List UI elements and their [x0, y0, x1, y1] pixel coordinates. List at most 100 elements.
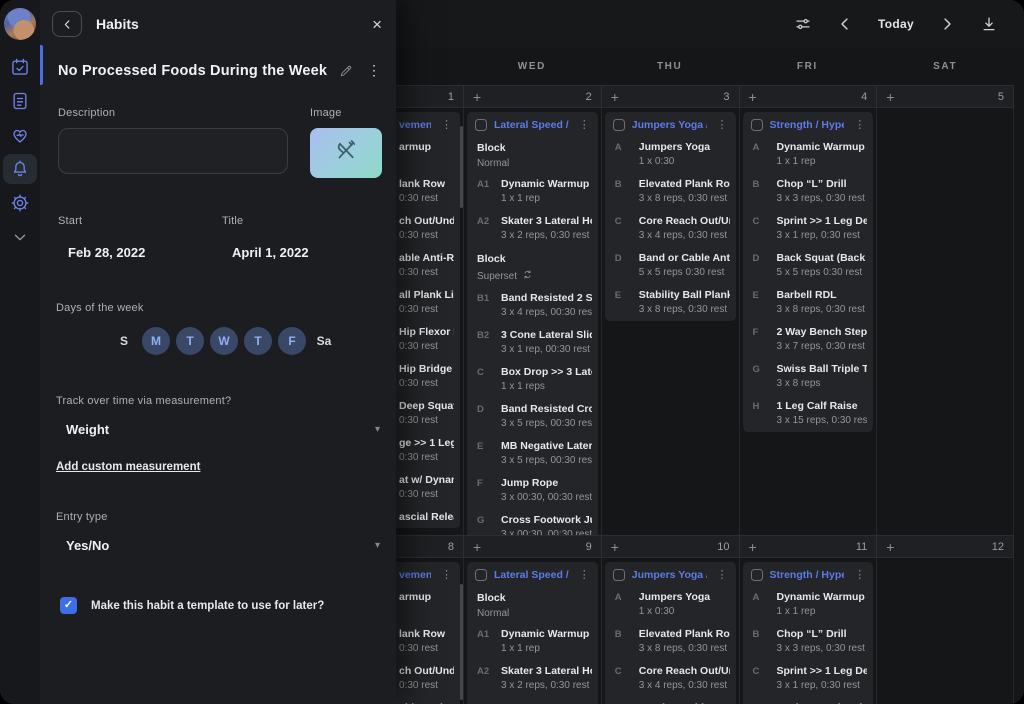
- exercise-row[interactable]: GCross Footwork Jump Rope3 x 00:30, 00:3…: [467, 509, 598, 535]
- exercise-row[interactable]: CBox Drop >> 3 Lateral H...1 x 1 reps: [467, 361, 598, 398]
- exercise-row[interactable]: H1 Leg Calf Raise3 x 15 reps, 0:30 rest: [743, 395, 874, 432]
- exercise-row[interactable]: DBack Squat (Back Off Set)5 x 5 reps 0:3…: [743, 247, 874, 284]
- workout-title[interactable]: vement Q...: [399, 569, 431, 581]
- workout-card[interactable]: Strength / Hypertro... ⋮ ADynamic Warmup1 …: [743, 112, 874, 432]
- entry-type-select[interactable]: Yes/No ▾: [66, 538, 380, 553]
- add-workout-button[interactable]: +: [749, 90, 757, 104]
- add-workout-button[interactable]: +: [611, 540, 619, 554]
- exercise-row[interactable]: A1Dynamic Warmup1 x 1 rep: [467, 623, 598, 660]
- day-toggle-t[interactable]: T: [176, 327, 204, 355]
- day-toggle-sa[interactable]: Sa: [312, 334, 336, 348]
- exercise-row[interactable]: AJumpers Yoga1 x 0:30: [605, 136, 736, 173]
- workout-title[interactable]: Lateral Speed / Plyo: [494, 119, 569, 131]
- add-workout-button[interactable]: +: [473, 90, 481, 104]
- exercise-row[interactable]: DBand or Cable Anti Rotati...5 x 5 reps …: [605, 697, 736, 704]
- exercise-row[interactable]: armup: [396, 136, 460, 173]
- workout-card[interactable]: vement Q... ⋮ armuplank Row0:30 restch Out…: [396, 562, 460, 704]
- day-toggle-m[interactable]: M: [142, 327, 170, 355]
- sidebar-item-calendar[interactable]: [3, 52, 37, 82]
- add-workout-button[interactable]: +: [886, 540, 894, 554]
- exercise-row[interactable]: at w/ Dynamic P...0:30 rest: [396, 469, 460, 506]
- add-custom-measurement-link[interactable]: Add custom measurement: [56, 461, 200, 473]
- exercise-row[interactable]: DBack Squat (Back Off Set)5 x 5 reps 0:3…: [743, 697, 874, 704]
- sidebar-item-gear[interactable]: [3, 188, 37, 218]
- exercise-row[interactable]: lank Row0:30 rest: [396, 173, 460, 210]
- kebab-menu-icon[interactable]: ⋮: [438, 568, 455, 581]
- measurement-select[interactable]: Weight ▾: [66, 422, 380, 437]
- exercise-row[interactable]: able Anti-Rotati...0:30 rest: [396, 697, 460, 704]
- exercise-row[interactable]: CCore Reach Out/Under3 x 4 reps, 0:30 re…: [605, 660, 736, 697]
- sidebar-item-document[interactable]: [3, 86, 37, 116]
- workout-checkbox[interactable]: [613, 569, 625, 581]
- exercise-row[interactable]: AJumpers Yoga1 x 0:30: [605, 586, 736, 623]
- kebab-menu-icon[interactable]: ⋮: [714, 118, 731, 131]
- sidebar-item-bell[interactable]: [3, 154, 37, 184]
- edit-pencil-icon[interactable]: [339, 64, 353, 78]
- workout-title[interactable]: Jumpers Yoga / Core: [632, 119, 707, 131]
- kebab-menu-icon[interactable]: ⋮: [438, 118, 455, 131]
- exercise-row[interactable]: Deep Squat Mo...0:30 rest: [396, 395, 460, 432]
- add-workout-button[interactable]: +: [611, 90, 619, 104]
- start-date-value[interactable]: Feb 28, 2022: [58, 245, 222, 260]
- exercise-row[interactable]: A1Dynamic Warmup1 x 1 rep: [467, 173, 598, 210]
- kebab-menu-icon[interactable]: ⋮: [714, 568, 731, 581]
- exercise-row[interactable]: ch Out/Under0:30 rest: [396, 660, 460, 697]
- prev-week-chevron-icon[interactable]: [836, 15, 854, 33]
- workout-card[interactable]: Jumpers Yoga / Core ⋮ AJumpers Yoga1 x 0:3…: [605, 112, 736, 321]
- end-date-value[interactable]: April 1, 2022: [222, 245, 382, 260]
- exercise-row[interactable]: GSwiss Ball Triple Threat3 x 8 reps: [743, 358, 874, 395]
- exercise-row[interactable]: all Plank Linear ...0:30 rest: [396, 284, 460, 321]
- close-icon[interactable]: ×: [372, 16, 382, 33]
- exercise-row[interactable]: ascial Release C...: [396, 506, 460, 528]
- kebab-menu-icon[interactable]: ⋮: [576, 568, 593, 581]
- kebab-menu-icon[interactable]: ⋮: [851, 118, 868, 131]
- exercise-row[interactable]: BChop “L” Drill3 x 3 reps, 0:30 rest: [743, 623, 874, 660]
- workout-card[interactable]: Strength / Hypertro...⋮ADynamic Warmup1 …: [743, 562, 874, 704]
- scrollbar-thumb[interactable]: [460, 126, 463, 208]
- exercise-row[interactable]: BChop “L” Drill3 x 3 reps, 0:30 rest: [743, 173, 874, 210]
- back-button[interactable]: [52, 11, 82, 37]
- exercise-row[interactable]: A2Skater 3 Lateral Hops >> ...3 x 2 reps…: [467, 210, 598, 247]
- filter-sliders-icon[interactable]: [794, 15, 812, 33]
- exercise-row[interactable]: A2Skater 3 Lateral Hops >> ...3 x 2 reps…: [467, 660, 598, 697]
- workout-checkbox[interactable]: [751, 119, 763, 131]
- sidebar-item-chevron-down[interactable]: [3, 222, 37, 252]
- exercise-row[interactable]: B1Band Resisted 2 Step Late...3 x 4 reps…: [467, 287, 598, 324]
- exercise-row[interactable]: EBarbell RDL3 x 8 reps, 0:30 rest: [743, 284, 874, 321]
- exercise-row[interactable]: ADynamic Warmup1 x 1 rep: [743, 136, 874, 173]
- next-week-chevron-icon[interactable]: [938, 15, 956, 33]
- exercise-row[interactable]: F2 Way Bench Step Up3 x 7 reps, 0:30 res…: [743, 321, 874, 358]
- workout-card[interactable]: Jumpers Yoga / Core ⋮ AJumpers Yoga1 x 0:3…: [605, 562, 736, 704]
- avatar[interactable]: [4, 8, 36, 40]
- exercise-row[interactable]: EMB Negative Lateral Hop...3 x 5 reps, 0…: [467, 435, 598, 472]
- exercise-row[interactable]: ge >> 1 Leg St...0:30 rest: [396, 432, 460, 469]
- add-workout-button[interactable]: +: [473, 540, 481, 554]
- exercise-row[interactable]: BElevated Plank Row3 x 8 reps, 0:30 rest: [605, 173, 736, 210]
- exercise-row[interactable]: DBand or Cable Anti Rotati...5 x 5 reps …: [605, 247, 736, 284]
- workout-card[interactable]: vement Q...⋮armuplank Row0:30 restch Out…: [396, 112, 460, 528]
- template-checkbox[interactable]: ✓: [60, 597, 77, 614]
- add-workout-button[interactable]: +: [886, 90, 894, 104]
- kebab-menu-icon[interactable]: ⋮: [851, 568, 868, 581]
- exercise-row[interactable]: CSprint >> 1 Leg Declarations3 x 1 rep, …: [743, 210, 874, 247]
- sidebar-item-heart[interactable]: [3, 120, 37, 150]
- exercise-row[interactable]: lank Row0:30 rest: [396, 623, 460, 660]
- today-button[interactable]: Today: [878, 17, 914, 31]
- workout-checkbox[interactable]: [613, 119, 625, 131]
- exercise-row[interactable]: Hip Flexor Rais...0:30 rest: [396, 321, 460, 358]
- workout-title[interactable]: Strength / Hypertro...: [770, 119, 845, 131]
- day-toggle-w[interactable]: W: [210, 327, 238, 355]
- exercise-row[interactable]: armup: [396, 586, 460, 623]
- workout-checkbox[interactable]: [475, 119, 487, 131]
- exercise-row[interactable]: DBand Resisted Crossover...3 x 5 reps, 0…: [467, 398, 598, 435]
- workout-title[interactable]: Lateral Speed / Plyo: [494, 569, 569, 581]
- habit-kebab-menu-icon[interactable]: ⋮: [364, 62, 384, 79]
- workout-title[interactable]: Jumpers Yoga / Core: [632, 569, 707, 581]
- kebab-menu-icon[interactable]: ⋮: [576, 118, 593, 131]
- exercise-row[interactable]: able Anti-Rotati...0:30 rest: [396, 247, 460, 284]
- day-toggle-f[interactable]: F: [278, 327, 306, 355]
- exercise-row[interactable]: BElevated Plank Row3 x 8 reps, 0:30 rest: [605, 623, 736, 660]
- exercise-row[interactable]: B23 Cone Lateral Slide3 x 1 rep, 00:30 r…: [467, 324, 598, 361]
- exercise-row[interactable]: ADynamic Warmup1 x 1 rep: [743, 586, 874, 623]
- workout-card[interactable]: Lateral Speed / Plyo⋮BlockNormalA1Dynami…: [467, 112, 598, 535]
